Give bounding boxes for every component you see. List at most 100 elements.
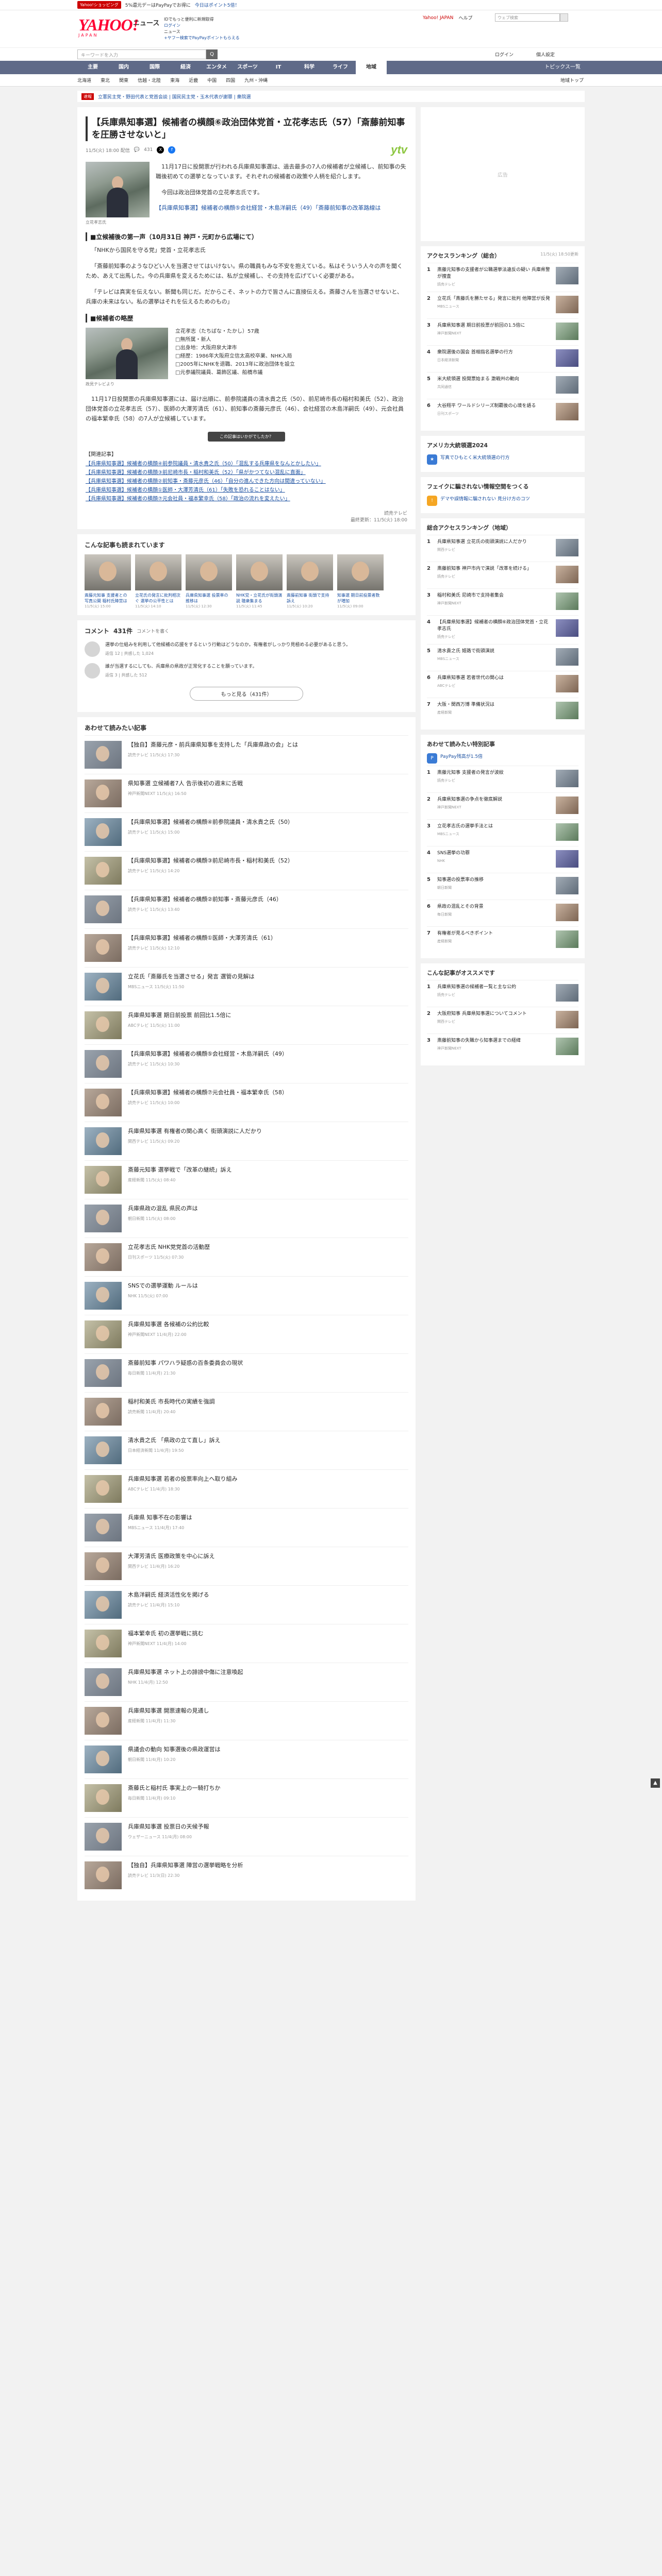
news-thumbnail[interactable]	[85, 857, 122, 885]
ranking-title[interactable]: 兵庫県知事選の候補者一覧と主な公約 読売テレビ	[437, 984, 552, 1003]
ranking-thumbnail[interactable]	[556, 877, 578, 894]
ranking-item[interactable]: 5 清水貴之氏 姫路で街頭演説 MBSニュース	[427, 644, 578, 671]
ranking-item[interactable]: 2 立花氏「斎藤氏を勝たせる」発言に批判 他陣営が反発 MBSニュース	[427, 292, 578, 318]
comment-footer[interactable]: 返信 12 | 共感した 1,024	[105, 651, 351, 656]
news-thumbnail[interactable]	[85, 779, 122, 807]
ranking-thumbnail[interactable]	[556, 267, 578, 284]
news-title[interactable]: 稲村和美氏 市長時代の実績を強調 読売新聞 11/4(月) 20:40	[128, 1398, 215, 1426]
ranking-title[interactable]: 大阪府知事 兵庫県知事選についてコメント 関西テレビ	[437, 1011, 552, 1030]
news-thumbnail[interactable]	[85, 1591, 122, 1619]
news-thumbnail[interactable]	[85, 1552, 122, 1580]
ranking-title[interactable]: 稲村和美氏 尼崎市で支持者集会 神戸新聞NEXT	[437, 592, 552, 612]
help-link[interactable]: ヘルプ	[458, 14, 472, 21]
news-title[interactable]: 県議会の動向 知事選後の県政運営は 朝日新聞 11/4(月) 10:20	[128, 1745, 221, 1773]
more-comments-button[interactable]: もっと見る（431件）	[190, 687, 303, 701]
news-item[interactable]: 兵庫県政の混乱 県民の声は 朝日新聞 11/5(火) 08:00	[85, 1199, 408, 1238]
news-item[interactable]: 兵庫県知事選 投票日の天候予報 ウェザーニュース 11/4(月) 08:00	[85, 1817, 408, 1856]
feedback-prompt[interactable]: この記事はいかがでしたか？	[208, 432, 285, 442]
news-item[interactable]: SNSでの選挙運動 ルールは NHK 11/5(火) 07:00	[85, 1276, 408, 1315]
ranking-item[interactable]: 7 有権者が見るべきポイント 産経新聞	[427, 926, 578, 953]
login-link[interactable]: ログイン	[164, 23, 240, 29]
news-title[interactable]: 【兵庫県知事選】候補者の横顔②前知事・斎藤元彦氏（46） 読売テレビ 11/5(火…	[128, 895, 282, 923]
paypay-promo[interactable]: P PayPay残高が1.5倍	[427, 751, 578, 766]
settings-link[interactable]: 個人設定	[536, 51, 555, 58]
login-button[interactable]: ログイン	[495, 51, 514, 58]
ranking-thumbnail[interactable]	[556, 770, 578, 787]
news-item[interactable]: 【兵庫県知事選】候補者の横顔④前参院議員・清水貴之氏（50） 読売テレビ 11/5…	[85, 812, 408, 851]
region-tohoku[interactable]: 東北	[101, 77, 110, 83]
tab-life[interactable]: ライフ	[325, 61, 356, 74]
article-source-name[interactable]: 読売テレビ	[384, 511, 407, 516]
news-title[interactable]: 兵庫県知事選 有権者の関心高く 街頭演説に人だかり 関西テレビ 11/5(火) 0…	[128, 1127, 262, 1155]
news-thumbnail[interactable]	[85, 741, 122, 769]
news-item[interactable]: 大澤芳清氏 医療政策を中心に訴え 関西テレビ 11/4(月) 16:20	[85, 1547, 408, 1585]
page-top-button[interactable]: ▲	[651, 1778, 660, 1788]
news-title[interactable]: 斎藤前知事 パワハラ疑惑の百条委員会の現状 毎日新聞 11/4(月) 21:30	[128, 1359, 243, 1387]
promo-text[interactable]: 5%還元デーはPayPayでお得に	[125, 2, 191, 8]
ranking-title[interactable]: 大阪・関西万博 準備状況は 産経新聞	[437, 702, 552, 721]
region-kanto[interactable]: 関東	[119, 77, 128, 83]
also-read-card[interactable]: 立花氏の発言に批判相次ぐ 選挙の公平性とは 11/5(火) 14:10	[135, 554, 181, 609]
also-read-card[interactable]: NHK党・立花氏が街頭演説 聴衆集まる 11/5(火) 11:45	[236, 554, 283, 609]
news-item[interactable]: 兵庫県知事選 各候補の公約比較 神戸新聞NEXT 11/4(月) 22:00	[85, 1315, 408, 1353]
tab-it[interactable]: IT	[263, 61, 294, 74]
news-thumbnail[interactable]	[85, 1243, 122, 1271]
ranking-thumbnail[interactable]	[556, 323, 578, 340]
news-title[interactable]: 【兵庫県知事選】候補者の横顔⑦元会社員・福本繁幸氏（58） 読売テレビ 11/5(…	[128, 1089, 288, 1116]
ranking-title[interactable]: 斎藤前知事 神戸市内で演説「改革を続ける」 読売テレビ	[437, 566, 552, 585]
ranking-item[interactable]: 6 県政の混乱とその背景 毎日新聞	[427, 900, 578, 926]
inline-related-link[interactable]: 【兵庫県知事選】候補者の横顔⑤会社経営・木島洋嗣氏（49）「斎藤前知事の改革路線…	[156, 204, 407, 213]
tab-economy[interactable]: 経済	[170, 61, 201, 74]
ranking-thumbnail[interactable]	[556, 592, 578, 610]
news-title[interactable]: 【兵庫県知事選】候補者の横顔④前参院議員・清水貴之氏（50） 読売テレビ 11/5…	[128, 818, 293, 846]
news-thumbnail[interactable]	[85, 973, 122, 1001]
avatar[interactable]	[85, 641, 100, 657]
news-item[interactable]: 兵庫県知事選 期日前投票 前回比1.5倍に ABCテレビ 11/5(火) 11:0…	[85, 1006, 408, 1044]
news-thumbnail[interactable]	[85, 1861, 122, 1889]
ranking-thumbnail[interactable]	[556, 850, 578, 868]
tab-sports[interactable]: スポーツ	[232, 61, 263, 74]
tab-domestic[interactable]: 国内	[108, 61, 139, 74]
ranking-item[interactable]: 4 SNS選挙の功罪 NHK	[427, 846, 578, 873]
region-hokkaido[interactable]: 北海道	[77, 77, 91, 83]
ranking-title[interactable]: 斎藤前知事の失職から知事選までの経緯 神戸新聞NEXT	[437, 1038, 552, 1057]
news-title[interactable]: SNSでの選挙運動 ルールは NHK 11/5(火) 07:00	[128, 1282, 198, 1310]
news-item[interactable]: 県知事選 立候補者7人 告示後初の週末に舌戦 神戸新聞NEXT 11/5(火) 1…	[85, 774, 408, 812]
yahoo-japan-link[interactable]: Yahoo! JAPAN	[423, 15, 453, 21]
web-search-button[interactable]	[560, 13, 568, 22]
ranking-item[interactable]: 6 兵庫県知事選 若者世代の関心は ABCテレビ	[427, 671, 578, 698]
header-news-link[interactable]: ニュース	[164, 29, 240, 35]
ranking-thumbnail[interactable]	[556, 539, 578, 556]
region-top-link[interactable]: 地域トップ	[560, 77, 584, 83]
news-thumbnail[interactable]	[85, 1514, 122, 1541]
ranking-thumbnail[interactable]	[556, 619, 578, 637]
ranking-item[interactable]: 1 兵庫県知事選 立花氏の街頭演説に人だかり 関西テレビ	[427, 535, 578, 562]
ranking-item[interactable]: 3 兵庫県知事選 期日前投票が前回の1.5倍に 神戸新聞NEXT	[427, 318, 578, 345]
news-thumbnail[interactable]	[85, 1630, 122, 1657]
ranking-thumbnail[interactable]	[556, 296, 578, 313]
ranking-thumbnail[interactable]	[556, 376, 578, 394]
ranking-item[interactable]: 4 衆院選後の国会 首相指名選挙の行方 日本経済新聞	[427, 345, 578, 372]
news-item[interactable]: 県議会の動向 知事選後の県政運営は 朝日新聞 11/4(月) 10:20	[85, 1740, 408, 1778]
profile-photo[interactable]	[86, 328, 168, 379]
news-title[interactable]: 兵庫県 知事不在の影響は MBSニュース 11/4(月) 17:40	[128, 1514, 192, 1541]
yahoo-logo[interactable]: YAHOO!	[78, 15, 139, 35]
news-item[interactable]: 兵庫県知事選 開票速報の見通し 産経新聞 11/4(月) 11:30	[85, 1701, 408, 1740]
news-thumbnail[interactable]	[85, 1166, 122, 1194]
news-item[interactable]: 【兵庫県知事選】候補者の横顔③前尼崎市長・稲村和美氏（52） 読売テレビ 11/5…	[85, 851, 408, 890]
also-read-card[interactable]: 斎藤元知事 支援者との写真公開 稲村氏陣営は 11/5(火) 15:00	[85, 554, 131, 609]
news-item[interactable]: 【兵庫県知事選】候補者の横顔①医師・大澤芳清氏（61） 読売テレビ 11/5(火)…	[85, 928, 408, 967]
ranking-thumbnail[interactable]	[556, 648, 578, 666]
news-item[interactable]: 立花氏「斎藤氏を当選させる」発言 選管の見解は MBSニュース 11/5(火) 1…	[85, 967, 408, 1006]
news-item[interactable]: 兵庫県知事選 若者の投票率向上へ取り組み ABCテレビ 11/4(月) 18:30	[85, 1469, 408, 1508]
related-link[interactable]: 【兵庫県知事選】候補者の横顔④前参院議員・清水貴之氏（50）「混乱する兵庫県をな…	[86, 460, 407, 468]
ranking-item[interactable]: 2 大阪府知事 兵庫県知事選についてコメント 関西テレビ	[427, 1007, 578, 1033]
news-thumbnail[interactable]	[85, 1475, 122, 1503]
also-read-card[interactable]: 斎藤前知事 街頭で支持訴え 11/5(火) 10:20	[287, 554, 333, 609]
x-share-icon[interactable]: X	[157, 146, 164, 154]
news-thumbnail[interactable]	[85, 1127, 122, 1155]
special-link[interactable]: ★ 写真でひもとく米大統領選の行方	[427, 452, 578, 467]
news-item[interactable]: 福本繁幸氏 初の選挙戦に挑む 神戸新聞NEXT 11/4(月) 14:00	[85, 1624, 408, 1663]
ranking-item[interactable]: 7 大阪・関西万博 準備状況は 産経新聞	[427, 698, 578, 724]
news-thumbnail[interactable]	[85, 818, 122, 846]
